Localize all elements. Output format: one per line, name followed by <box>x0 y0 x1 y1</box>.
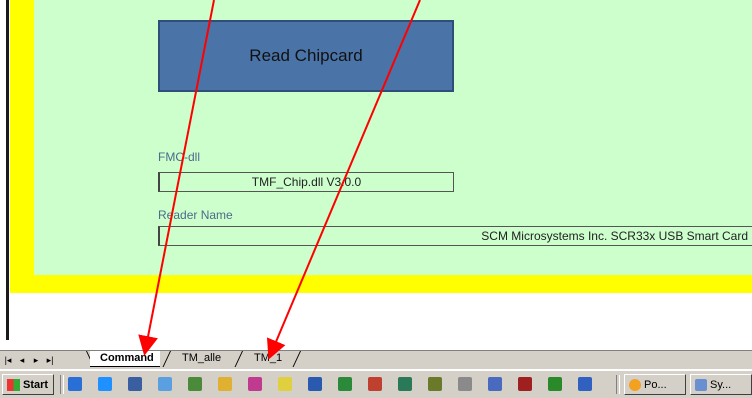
media-player-icon[interactable] <box>578 377 592 391</box>
powerpoint-icon[interactable] <box>368 377 382 391</box>
taskbar-button-sy[interactable]: Sy... <box>690 374 752 395</box>
excel-icon[interactable] <box>338 377 352 391</box>
start-label: Start <box>23 378 49 391</box>
ie-icon[interactable] <box>98 377 112 391</box>
column-border <box>6 0 9 340</box>
cabinet-icon[interactable] <box>458 377 472 391</box>
last-sheet-button[interactable]: ▸| <box>44 355 56 366</box>
word-icon[interactable] <box>308 377 322 391</box>
desktop-icon[interactable] <box>128 377 142 391</box>
taskbar-button-po[interactable]: Po... <box>624 374 686 395</box>
folder-icon[interactable] <box>218 377 232 391</box>
next-sheet-button[interactable]: ▸ <box>30 355 42 366</box>
sheet-tab-bar: |◂ ◂ ▸ ▸| Command TM_alle TM_1 <box>0 350 752 369</box>
tree-icon[interactable] <box>548 377 562 391</box>
card-reader-icon[interactable] <box>518 377 532 391</box>
prev-sheet-button[interactable]: ◂ <box>16 355 28 366</box>
calc-icon[interactable] <box>278 377 292 391</box>
outlook-express-icon[interactable] <box>68 377 82 391</box>
notepad-icon[interactable] <box>488 377 502 391</box>
tab-command[interactable]: Command <box>90 351 160 367</box>
tab-tm-1[interactable]: TM_1 <box>244 351 289 367</box>
task-label: Po... <box>644 378 667 391</box>
fmc-dll-field[interactable]: TMF_Chip.dll V3.0.0 <box>158 172 454 192</box>
start-button[interactable]: Start <box>2 374 54 395</box>
windows-logo-icon <box>7 378 20 391</box>
paint-icon[interactable] <box>248 377 262 391</box>
fmc-dll-value: TMF_Chip.dll V3.0.0 <box>251 175 362 189</box>
fmc-dll-label: FMC-dll <box>158 150 200 164</box>
network-icon[interactable] <box>188 377 202 391</box>
taskbar: Start Po... Sy... <box>0 370 752 398</box>
clock-app-icon <box>629 378 641 391</box>
task-label: Sy... <box>710 378 732 391</box>
read-chipcard-button[interactable]: Read Chipcard <box>158 20 454 92</box>
tool-icon[interactable] <box>428 377 442 391</box>
reader-name-label: Reader Name <box>158 208 233 222</box>
chart-icon[interactable] <box>398 377 412 391</box>
reader-name-value: SCM Microsystems Inc. SCR33x USB Smart C… <box>481 229 748 243</box>
reader-name-field[interactable]: SCM Microsystems Inc. SCR33x USB Smart C… <box>158 226 752 246</box>
first-sheet-button[interactable]: |◂ <box>2 355 14 366</box>
media-icon[interactable] <box>158 377 172 391</box>
system-app-icon <box>695 378 707 391</box>
tab-tm-alle[interactable]: TM_alle <box>172 351 228 367</box>
worksheet-area: Read Chipcard FMC-dll TMF_Chip.dll V3.0.… <box>0 0 752 350</box>
